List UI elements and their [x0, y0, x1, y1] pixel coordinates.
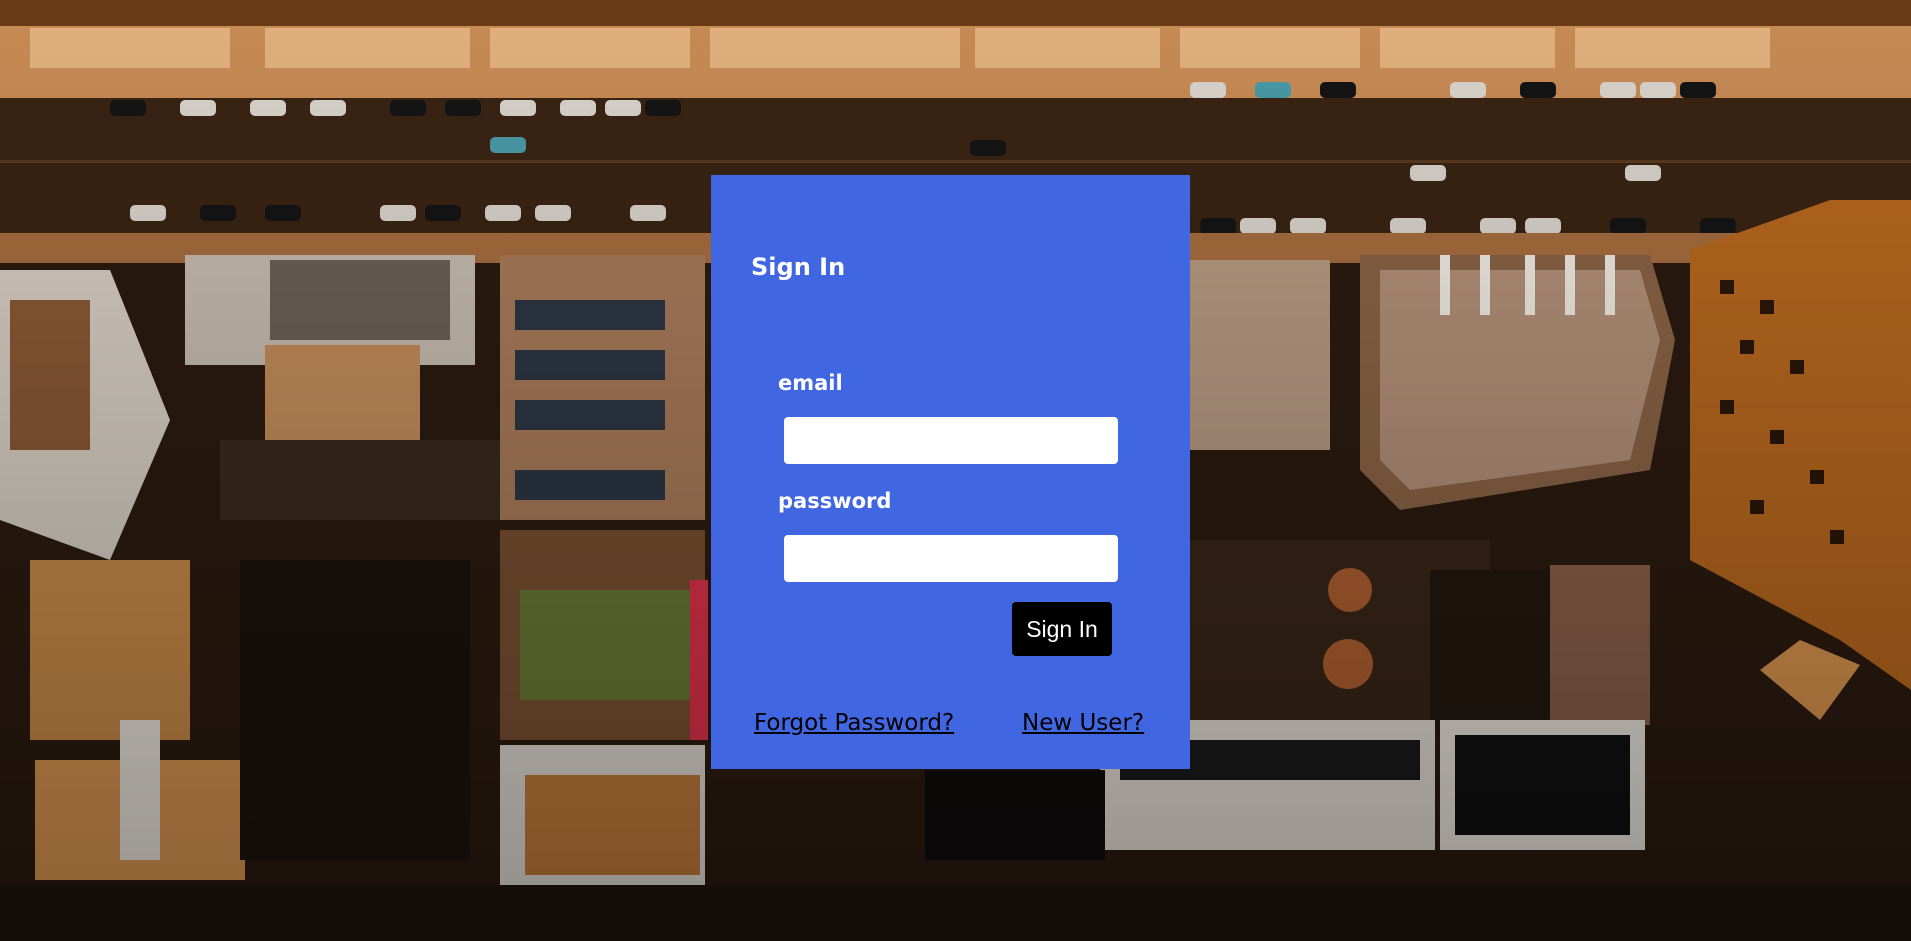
password-label: password	[778, 489, 892, 513]
sign-in-button[interactable]: Sign In	[1012, 602, 1112, 656]
password-input[interactable]	[784, 535, 1118, 582]
sign-in-card: Sign In email password Sign In Forgot Pa…	[711, 175, 1190, 769]
forgot-password-link[interactable]: Forgot Password?	[754, 710, 954, 736]
email-label: email	[778, 371, 843, 395]
new-user-link[interactable]: New User?	[1022, 710, 1144, 736]
email-input[interactable]	[784, 417, 1118, 464]
sign-in-title: Sign In	[751, 253, 846, 281]
